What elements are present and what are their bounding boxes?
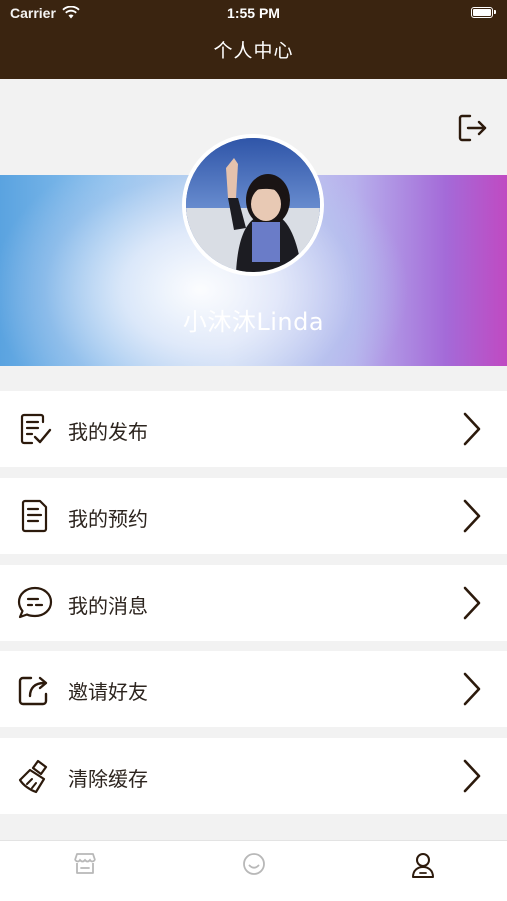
tab-home[interactable] <box>169 841 338 901</box>
menu-item-label: 清除缓存 <box>68 767 148 791</box>
menu-item-label: 邀请好友 <box>68 680 148 704</box>
chevron-right-icon <box>463 586 481 620</box>
message-bubble-icon <box>17 586 53 619</box>
tab-bar <box>0 840 507 901</box>
status-bar: Carrier 1:55 PM <box>0 0 507 26</box>
username: 小沐沐Linda <box>182 308 325 336</box>
share-icon <box>18 676 48 706</box>
chevron-right-icon <box>463 412 481 446</box>
status-time: 1:55 PM <box>227 5 280 21</box>
avatar-photo <box>186 138 320 272</box>
avatar[interactable] <box>182 134 324 276</box>
logout-icon[interactable] <box>456 111 490 145</box>
menu-item-label: 我的消息 <box>68 594 148 618</box>
tab-store[interactable] <box>0 841 169 901</box>
page-title: 个人中心 <box>213 40 294 62</box>
navigation-bar: Carrier 1:55 PM 个人中心 <box>0 0 507 79</box>
menu-item-label: 我的预约 <box>68 507 148 531</box>
battery-icon <box>471 7 496 18</box>
edit-list-icon <box>20 413 52 445</box>
tab-profile[interactable] <box>338 841 507 901</box>
menu-item-clear-cache[interactable]: 清除缓存 <box>0 738 507 814</box>
document-icon <box>21 499 48 533</box>
menu-item-invite-friends[interactable]: 邀请好友 <box>0 651 507 727</box>
store-icon <box>74 853 96 874</box>
menu-item-label: 我的发布 <box>68 420 148 444</box>
broom-icon <box>18 759 48 794</box>
chevron-right-icon <box>463 672 481 706</box>
smile-icon <box>243 853 265 875</box>
chevron-right-icon <box>463 759 481 793</box>
person-icon <box>412 853 434 878</box>
menu-item-my-bookings[interactable]: 我的预约 <box>0 478 507 554</box>
menu-item-my-posts[interactable]: 我的发布 <box>0 391 507 467</box>
menu-item-my-messages[interactable]: 我的消息 <box>0 565 507 641</box>
chevron-right-icon <box>463 499 481 533</box>
